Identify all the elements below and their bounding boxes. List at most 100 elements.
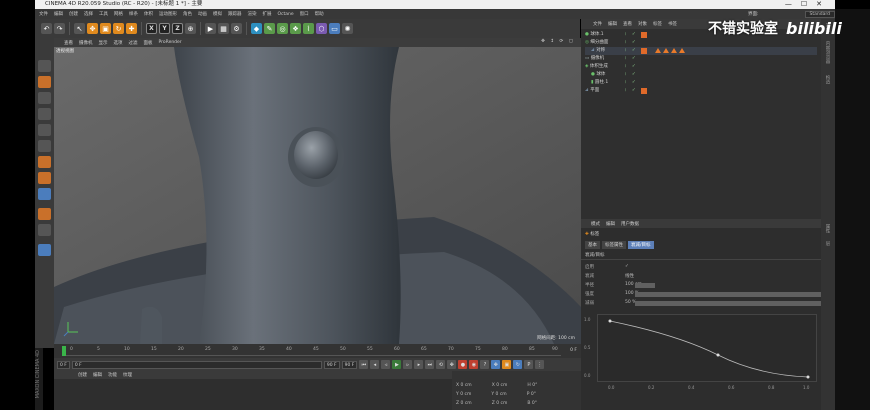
- layout-select[interactable]: Standard: [804, 10, 835, 18]
- material-tag-icon[interactable]: [641, 48, 647, 54]
- rotate-tool-icon[interactable]: ↻: [113, 23, 124, 34]
- menu-volume[interactable]: 体积: [144, 11, 153, 17]
- z-axis-toggle[interactable]: Z: [172, 23, 183, 34]
- attr-menu-edit[interactable]: 编辑: [606, 221, 615, 227]
- phong-tag-icon[interactable]: [679, 48, 685, 53]
- material-menu-edit[interactable]: 编辑: [93, 372, 102, 378]
- position-key-icon[interactable]: ✥: [491, 360, 501, 369]
- timeline-track[interactable]: 0 5 10 15 20 25 30 35 40 45 50 55 60 65 …: [62, 346, 561, 356]
- menu-window[interactable]: 窗口: [300, 11, 309, 17]
- object-menu-bookmarks[interactable]: 书签: [668, 21, 677, 27]
- next-frame-icon[interactable]: ▹: [403, 360, 413, 369]
- object-row[interactable]: ⊿ 平面 ⁝ ✓: [585, 87, 817, 95]
- play-icon[interactable]: ▶: [392, 360, 402, 369]
- preview-range-slider[interactable]: 0 F: [71, 360, 322, 369]
- phong-tag-icon[interactable]: [655, 48, 661, 53]
- prev-frame-icon[interactable]: ◃: [381, 360, 391, 369]
- dock-tab-attributes[interactable]: 属性: [824, 224, 830, 233]
- phong-tag-icon[interactable]: [663, 48, 669, 53]
- object-row[interactable]: ⊿ 对称 ⁝ ✓: [585, 47, 817, 55]
- attr-tab-tag[interactable]: 标签属性: [602, 241, 626, 249]
- attr-enable-checkbox[interactable]: ✓: [625, 264, 629, 269]
- viewport-menu-view[interactable]: 查看: [64, 40, 73, 46]
- visibility-toggles[interactable]: ⁝ ✓: [625, 71, 638, 79]
- y-axis-toggle[interactable]: Y: [159, 23, 170, 34]
- menu-mesh[interactable]: 网格: [114, 11, 123, 17]
- light-icon[interactable]: ✺: [342, 23, 353, 34]
- polygons-mode-icon[interactable]: [38, 156, 51, 168]
- menu-help[interactable]: 帮助: [315, 11, 324, 17]
- material-menu-texture[interactable]: 纹理: [123, 372, 132, 378]
- cube-object-icon[interactable]: ◆: [251, 23, 262, 34]
- redo-icon[interactable]: ↷: [54, 23, 65, 34]
- array-icon[interactable]: ❖: [290, 23, 301, 34]
- viewport-menu-panel[interactable]: 面板: [144, 40, 153, 46]
- coord-size-y[interactable]: 0 cm: [496, 392, 507, 397]
- attr-menu-userdata[interactable]: 用户数据: [621, 221, 639, 227]
- end-frame-field[interactable]: 90 F: [323, 360, 340, 369]
- go-to-end-icon[interactable]: ⏭: [425, 360, 435, 369]
- scene-icon[interactable]: ⬡: [316, 23, 327, 34]
- coord-position-y[interactable]: 0 cm: [460, 392, 471, 397]
- attr-tab-falloff[interactable]: 衰减/目标: [628, 241, 654, 249]
- scale-tool-icon[interactable]: ▣: [100, 23, 111, 34]
- visibility-toggles[interactable]: ⁝ ✓: [625, 39, 638, 47]
- object-menu-objects[interactable]: 对象: [638, 21, 647, 27]
- edges-mode-icon[interactable]: [38, 140, 51, 152]
- curve-point[interactable]: [608, 319, 612, 323]
- attr-menu-mode[interactable]: 模式: [591, 221, 600, 227]
- preview-end-field[interactable]: 90 F: [341, 360, 358, 369]
- select-arrow-icon[interactable]: ↖: [74, 23, 85, 34]
- menu-file[interactable]: 文件: [39, 11, 48, 17]
- visibility-toggles[interactable]: ⁝ ✓: [625, 55, 638, 63]
- menu-mograph[interactable]: 运动图形: [159, 11, 177, 17]
- menu-spline[interactable]: 样条: [129, 11, 138, 17]
- attr-radius-slider[interactable]: [635, 283, 655, 288]
- timeline-playhead[interactable]: [62, 346, 66, 356]
- dock-tab-content-browser[interactable]: 内容浏览器: [824, 41, 830, 64]
- menu-tracker[interactable]: 跟踪器: [228, 11, 242, 17]
- object-row[interactable]: ▮ 圆柱.1 ⁝ ✓: [585, 79, 817, 87]
- x-axis-toggle[interactable]: X: [146, 23, 157, 34]
- menu-render[interactable]: 渲染: [248, 11, 257, 17]
- keyframe-selection-icon[interactable]: ?: [480, 360, 490, 369]
- menu-octane[interactable]: Octane: [278, 12, 294, 17]
- dock-tab-structure[interactable]: 构造: [824, 75, 830, 84]
- param-key-icon[interactable]: P: [524, 360, 534, 369]
- go-to-start-icon[interactable]: ⏮: [359, 360, 369, 369]
- autokey-icon[interactable]: ◉: [469, 360, 479, 369]
- object-row[interactable]: ● 球体 ⁝ ✓: [585, 71, 817, 79]
- attr-tab-basic[interactable]: 基本: [585, 241, 600, 249]
- coord-position-z[interactable]: 0 cm: [461, 401, 472, 406]
- visibility-toggles[interactable]: ⁝ ✓: [625, 79, 638, 87]
- recent-tool-icon[interactable]: ✚: [126, 23, 137, 34]
- attr-falloff-select[interactable]: 线性: [625, 273, 634, 279]
- material-menu-create[interactable]: 创建: [78, 372, 87, 378]
- menu-simulate[interactable]: 模拟: [213, 11, 222, 17]
- viewport-nav-icons[interactable]: ✥ ↕ ⟳ ▢: [541, 39, 575, 44]
- coord-position-x[interactable]: 0 cm: [461, 383, 472, 388]
- dock-tab-layers[interactable]: 层: [824, 241, 830, 246]
- record-icon[interactable]: ●: [458, 360, 468, 369]
- phong-tag-icon[interactable]: [671, 48, 677, 53]
- object-row[interactable]: ◎ 细分曲面 ⁝ ✓: [585, 39, 817, 47]
- menu-edit[interactable]: 编辑: [54, 11, 63, 17]
- menu-character[interactable]: 角色: [183, 11, 192, 17]
- model-mode-icon[interactable]: [38, 76, 51, 88]
- viewport-menu-prorender[interactable]: ProRender: [159, 40, 182, 45]
- coord-rotation-p[interactable]: 0°: [531, 392, 536, 397]
- loop-icon[interactable]: ⟲: [436, 360, 446, 369]
- visibility-toggles[interactable]: ⁝ ✓: [625, 47, 638, 55]
- planar-workplane-icon[interactable]: [38, 224, 51, 236]
- menu-create[interactable]: 创建: [69, 11, 78, 17]
- curve-point[interactable]: [716, 353, 720, 357]
- next-key-icon[interactable]: ▸: [414, 360, 424, 369]
- pen-spline-icon[interactable]: ✎: [264, 23, 275, 34]
- falloff-curve-graph[interactable]: 1.0 0.5 0.0 0.0 0.2 0.4 0.6 0.8 1.0: [584, 314, 817, 390]
- material-tag-icon[interactable]: [641, 88, 647, 94]
- viewport-menu-cameras[interactable]: 摄像机: [79, 40, 93, 46]
- object-row[interactable]: ▭ 摄像机 ⁝ ✓: [585, 55, 817, 63]
- enable-axis-icon[interactable]: [38, 172, 51, 184]
- prev-key-icon[interactable]: ◂: [370, 360, 380, 369]
- coord-rotation-h[interactable]: 0°: [532, 383, 537, 388]
